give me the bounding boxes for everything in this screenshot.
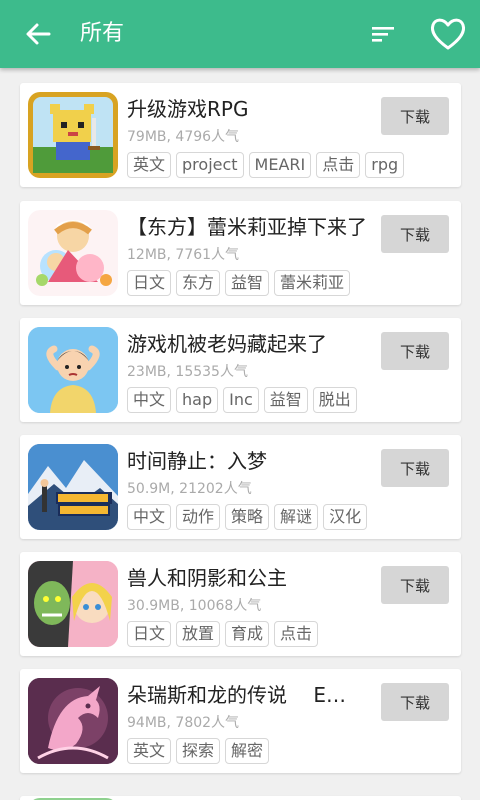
game-popularity: 15535人气 bbox=[175, 364, 248, 380]
arrow-left-icon bbox=[26, 23, 51, 45]
tag[interactable]: 蕾米莉亚 bbox=[274, 270, 351, 296]
tag[interactable]: 东方 bbox=[176, 270, 221, 296]
game-size: 50.9M bbox=[127, 481, 171, 497]
download-button[interactable]: 下载 bbox=[381, 97, 449, 135]
game-size: 94MB bbox=[127, 715, 167, 731]
cat-knight-pixel-art bbox=[33, 97, 113, 173]
game-thumbnail[interactable] bbox=[28, 444, 118, 530]
tag-list: 日文 放置 育成 点击 bbox=[127, 621, 319, 647]
game-size: 23MB bbox=[127, 364, 167, 380]
tag[interactable]: 探索 bbox=[176, 738, 221, 764]
game-meta: 94MB, 7802人气 bbox=[127, 715, 240, 731]
game-meta: 79MB, 4796人气 bbox=[127, 129, 240, 145]
game-list[interactable]: 升级游戏RPG 79MB, 4796人气 英文 project MEARI 点击… bbox=[0, 68, 480, 800]
download-button[interactable]: 下载 bbox=[381, 449, 449, 487]
game-card[interactable]: 【东方】蕾米莉亚掉下来了 12MB, 7761人气 日文 东方 益智 蕾米莉亚 … bbox=[20, 201, 461, 305]
download-button[interactable]: 下载 bbox=[381, 332, 449, 370]
time-stopper-mountain-art bbox=[28, 444, 118, 530]
tag[interactable]: 放置 bbox=[176, 621, 221, 647]
game-popularity: 10068人气 bbox=[188, 598, 262, 614]
game-card[interactable]: 游戏机被老妈藏起来了 23MB, 15535人气 中文 hap Inc 益智 脱… bbox=[20, 318, 461, 422]
game-thumbnail[interactable] bbox=[28, 678, 118, 764]
tag[interactable]: 益智 bbox=[263, 387, 308, 413]
tag[interactable]: 英文 bbox=[127, 738, 172, 764]
game-thumbnail[interactable] bbox=[28, 92, 118, 178]
download-button[interactable]: 下载 bbox=[381, 215, 449, 253]
tag-list: 英文 project MEARI 点击 rpg bbox=[127, 152, 405, 178]
tag[interactable]: project bbox=[176, 152, 244, 178]
game-name[interactable]: 时间静止：入梦 bbox=[127, 445, 377, 474]
game-popularity: 7802人气 bbox=[175, 715, 240, 731]
game-size: 30.9MB bbox=[127, 598, 180, 614]
tag[interactable]: rpg bbox=[365, 152, 405, 178]
game-thumbnail[interactable] bbox=[28, 327, 118, 413]
game-name[interactable]: 升级游戏RPG bbox=[127, 93, 377, 122]
app-bar: 所有 bbox=[0, 0, 480, 68]
game-card[interactable]: 朵瑞斯和龙的传说 E… 94MB, 7802人气 英文 探索 解密 下载 bbox=[20, 669, 461, 773]
tag[interactable]: Inc bbox=[223, 387, 259, 413]
tag[interactable]: 日文 bbox=[127, 270, 172, 296]
game-card[interactable]: 时间静止：入梦 50.9M, 21202人气 中文 动作 策略 解谜 汉化 下载 bbox=[20, 435, 461, 539]
pink-dragon-art bbox=[28, 678, 118, 764]
game-name[interactable]: 游戏机被老妈藏起来了 bbox=[127, 328, 377, 357]
game-popularity: 4796人气 bbox=[175, 129, 240, 145]
tag[interactable]: 脱出 bbox=[312, 387, 357, 413]
game-thumbnail[interactable] bbox=[28, 561, 118, 647]
game-meta: 50.9M, 21202人气 bbox=[127, 481, 252, 497]
tag-list: 日文 东方 益智 蕾米莉亚 bbox=[127, 270, 351, 296]
tag[interactable]: 策略 bbox=[225, 504, 270, 530]
game-thumbnail[interactable] bbox=[28, 210, 118, 296]
tag[interactable]: 中文 bbox=[127, 504, 172, 530]
game-name[interactable]: 朵瑞斯和龙的传说 E… bbox=[127, 679, 377, 708]
boy-hands-on-head-art bbox=[28, 327, 118, 413]
game-name[interactable]: 【东方】蕾米莉亚掉下来了 bbox=[127, 211, 377, 240]
game-popularity: 21202人气 bbox=[179, 481, 252, 497]
game-size: 79MB bbox=[127, 129, 167, 145]
game-meta: 23MB, 15535人气 bbox=[127, 364, 248, 380]
tag[interactable]: MEARI bbox=[248, 152, 312, 178]
game-card-partial[interactable] bbox=[20, 796, 461, 800]
download-button[interactable]: 下载 bbox=[381, 683, 449, 721]
tag[interactable]: 育成 bbox=[225, 621, 270, 647]
sort-button[interactable] bbox=[366, 18, 400, 50]
heart-outline-icon bbox=[430, 18, 466, 50]
tag-list: 中文 hap Inc 益智 脱出 bbox=[127, 387, 357, 413]
orc-princess-art bbox=[28, 561, 118, 647]
tag[interactable]: 汉化 bbox=[323, 504, 368, 530]
game-name[interactable]: 兽人和阴影和公主 bbox=[127, 562, 377, 591]
game-size: 12MB bbox=[127, 247, 167, 263]
game-card[interactable]: 升级游戏RPG 79MB, 4796人气 英文 project MEARI 点击… bbox=[20, 83, 461, 187]
game-popularity: 7761人气 bbox=[175, 247, 240, 263]
tag[interactable]: 益智 bbox=[225, 270, 270, 296]
tag[interactable]: 动作 bbox=[176, 504, 221, 530]
tag-list: 英文 探索 解密 bbox=[127, 738, 270, 764]
tag[interactable]: 解密 bbox=[225, 738, 270, 764]
game-meta: 12MB, 7761人气 bbox=[127, 247, 240, 263]
game-meta: 30.9MB, 10068人气 bbox=[127, 598, 262, 614]
flandre-remilia-art bbox=[28, 210, 118, 296]
tag[interactable]: 中文 bbox=[127, 387, 172, 413]
favorite-button[interactable] bbox=[428, 14, 468, 54]
back-button[interactable] bbox=[20, 17, 56, 51]
game-card[interactable]: 兽人和阴影和公主 30.9MB, 10068人气 日文 放置 育成 点击 下载 bbox=[20, 552, 461, 656]
tag[interactable]: 解谜 bbox=[274, 504, 319, 530]
tag[interactable]: hap bbox=[176, 387, 219, 413]
sort-icon bbox=[372, 27, 394, 42]
tag[interactable]: 点击 bbox=[274, 621, 319, 647]
download-button[interactable]: 下载 bbox=[381, 566, 449, 604]
page-title: 所有 bbox=[80, 21, 125, 46]
tag[interactable]: 点击 bbox=[316, 152, 361, 178]
tag[interactable]: 日文 bbox=[127, 621, 172, 647]
tag-list: 中文 动作 策略 解谜 汉化 bbox=[127, 504, 368, 530]
tag[interactable]: 英文 bbox=[127, 152, 172, 178]
